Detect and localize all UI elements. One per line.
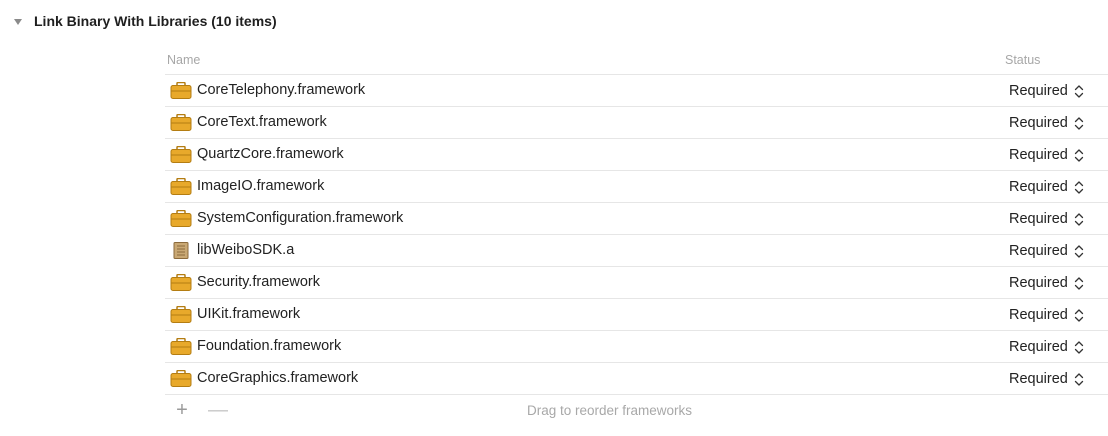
library-name: QuartzCore.framework (197, 146, 344, 162)
library-name: ImageIO.framework (197, 178, 325, 194)
library-row[interactable]: Security.framework Required (165, 267, 1108, 299)
status-popup[interactable]: Required (1009, 209, 1085, 229)
library-name: CoreTelephony.framework (197, 82, 366, 98)
framework-icon (170, 305, 192, 323)
status-popup[interactable]: Required (1009, 305, 1085, 325)
status-popup[interactable]: Required (1009, 337, 1085, 357)
library-name: CoreText.framework (197, 114, 327, 130)
updown-chevron-icon (1074, 372, 1083, 386)
status-popup[interactable]: Required (1009, 273, 1085, 293)
status-value: Required (1009, 211, 1068, 227)
column-header-status[interactable]: Status (1005, 53, 1040, 67)
framework-icon (170, 81, 192, 99)
library-row[interactable]: CoreTelephony.framework Required (165, 75, 1108, 107)
library-row[interactable]: QuartzCore.framework Required (165, 139, 1108, 171)
library-name: SystemConfiguration.framework (197, 210, 404, 226)
framework-icon (170, 273, 192, 291)
status-value: Required (1009, 307, 1068, 323)
updown-chevron-icon (1074, 340, 1083, 354)
library-row[interactable]: UIKit.framework Required (165, 299, 1108, 331)
library-name: UIKit.framework (197, 306, 301, 322)
status-popup[interactable]: Required (1009, 81, 1085, 101)
libraries-table: Name Status CoreTelephony.framework Requ… (165, 48, 1108, 425)
updown-chevron-icon (1074, 244, 1083, 258)
status-popup[interactable]: Required (1009, 145, 1085, 165)
framework-icon (170, 113, 192, 131)
status-popup[interactable]: Required (1009, 241, 1085, 261)
drag-hint-label: Drag to reorder frameworks (526, 403, 693, 418)
library-list: CoreTelephony.framework Required CoreTex… (165, 74, 1108, 395)
status-value: Required (1009, 371, 1068, 387)
library-name: libWeiboSDK.a (197, 242, 295, 258)
framework-icon (170, 369, 192, 387)
framework-icon (170, 145, 192, 163)
status-popup[interactable]: Required (1009, 369, 1085, 389)
library-name: Foundation.framework (197, 338, 342, 354)
library-row[interactable]: CoreGraphics.framework Required (165, 363, 1108, 395)
updown-chevron-icon (1074, 116, 1083, 130)
status-value: Required (1009, 243, 1068, 259)
updown-chevron-icon (1074, 84, 1083, 98)
section-title: Link Binary With Libraries (10 items) (34, 13, 277, 29)
status-value: Required (1009, 115, 1068, 131)
status-value: Required (1009, 179, 1068, 195)
column-headers: Name Status (165, 48, 1108, 74)
status-popup[interactable]: Required (1009, 177, 1085, 197)
updown-chevron-icon (1074, 180, 1083, 194)
updown-chevron-icon (1074, 148, 1083, 162)
library-row[interactable]: Foundation.framework Required (165, 331, 1108, 363)
library-name: CoreGraphics.framework (197, 370, 359, 386)
section-header[interactable]: Link Binary With Libraries (10 items) (14, 10, 277, 32)
updown-chevron-icon (1074, 308, 1083, 322)
status-value: Required (1009, 339, 1068, 355)
library-row[interactable]: SystemConfiguration.framework Required (165, 203, 1108, 235)
table-footer: + — Drag to reorder frameworks (165, 395, 1108, 425)
status-value: Required (1009, 275, 1068, 291)
status-value: Required (1009, 147, 1068, 163)
disclosure-triangle-icon[interactable] (14, 18, 22, 25)
framework-icon (170, 209, 192, 227)
library-icon (170, 242, 192, 259)
library-row[interactable]: libWeiboSDK.a Required (165, 235, 1108, 267)
library-name: Security.framework (197, 274, 321, 290)
status-value: Required (1009, 83, 1068, 99)
updown-chevron-icon (1074, 276, 1083, 290)
library-row[interactable]: ImageIO.framework Required (165, 171, 1108, 203)
column-header-name[interactable]: Name (167, 53, 200, 67)
library-row[interactable]: CoreText.framework Required (165, 107, 1108, 139)
framework-icon (170, 337, 192, 355)
framework-icon (170, 177, 192, 195)
updown-chevron-icon (1074, 212, 1083, 226)
status-popup[interactable]: Required (1009, 113, 1085, 133)
